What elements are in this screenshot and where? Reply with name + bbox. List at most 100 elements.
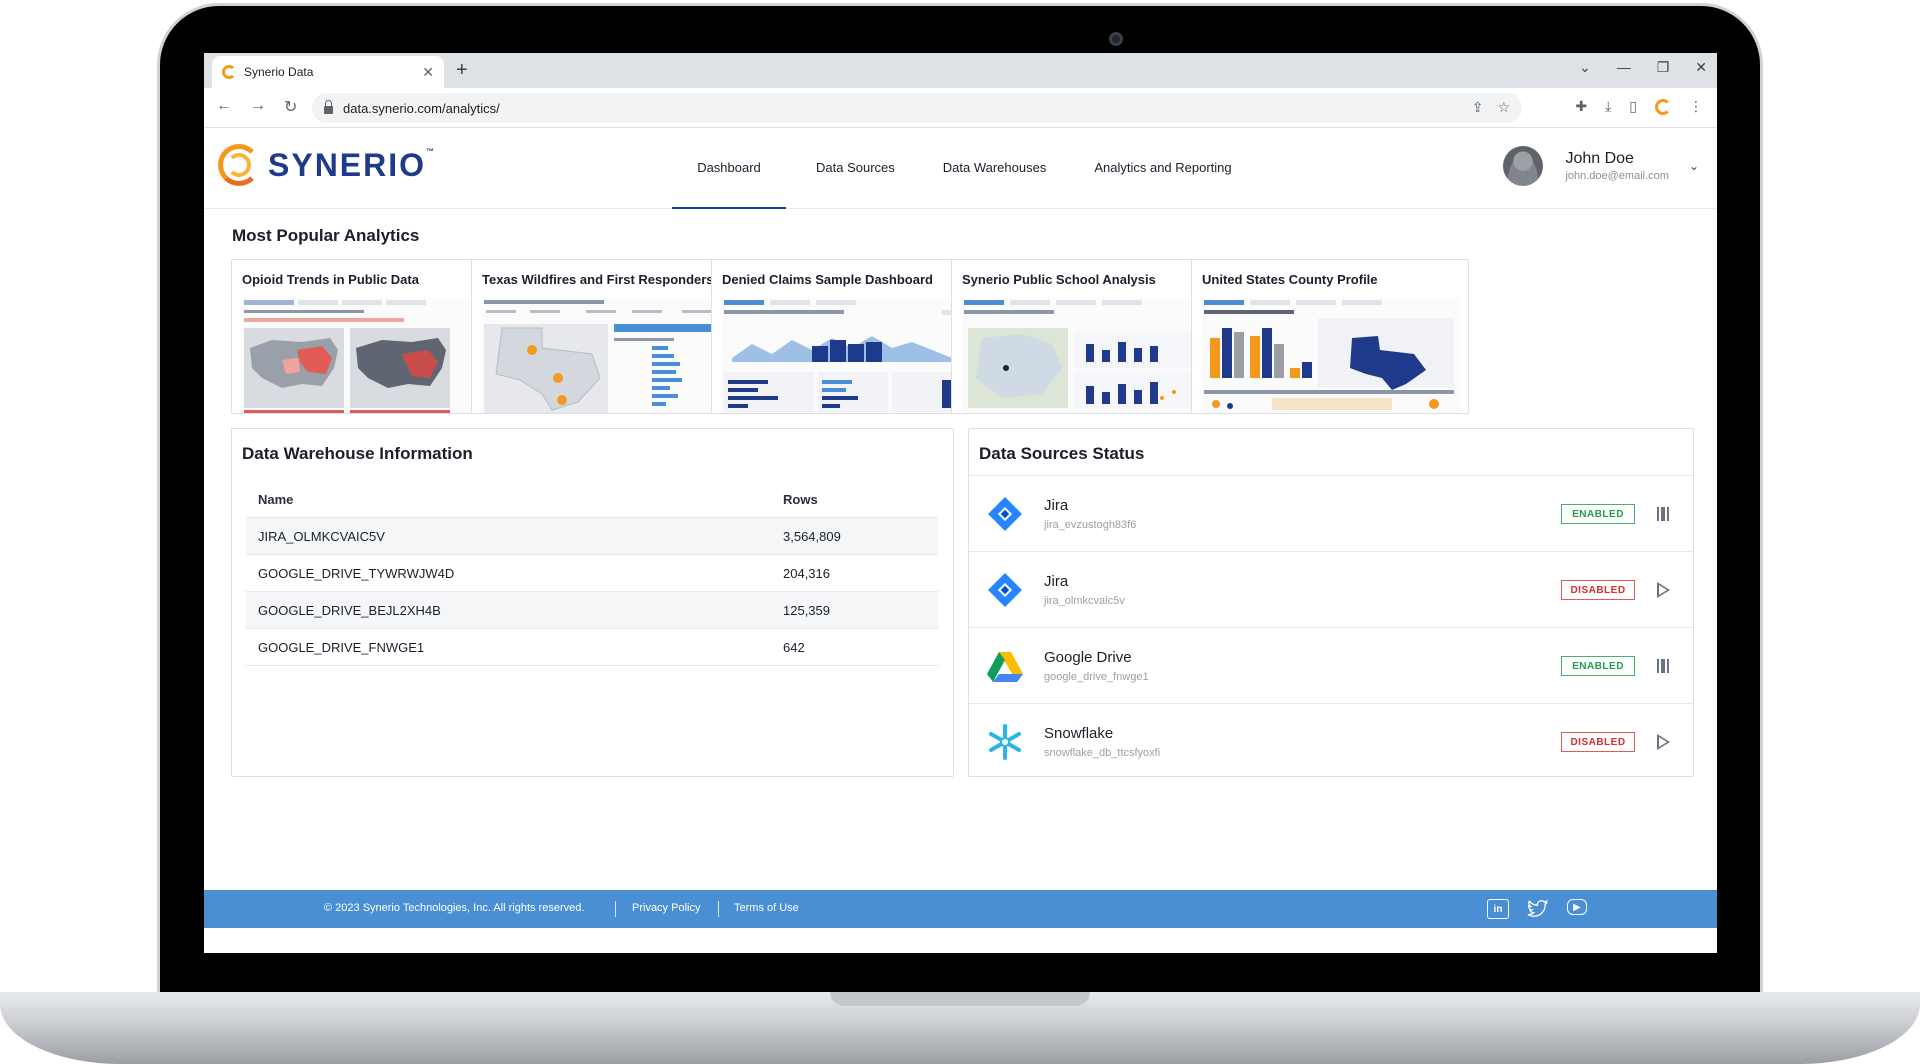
privacy-policy-link[interactable]: Privacy Policy (632, 902, 700, 914)
user-email: john.doe@email.com (1565, 170, 1669, 182)
list-item[interactable]: Snowflake snowflake_db_ttcsfyoxfi DISABL… (969, 704, 1693, 780)
footer-divider (718, 901, 719, 917)
restore-icon[interactable]: ❐ (1657, 59, 1670, 76)
play-icon[interactable] (1651, 578, 1675, 602)
warehouse-rows: 642 (783, 639, 805, 655)
column-header-name[interactable]: Name (246, 492, 783, 507)
close-window-icon[interactable]: ✕ (1695, 59, 1707, 76)
warehouse-rows: 204,316 (783, 565, 830, 581)
source-id: jira_evzustogh83f6 (1044, 519, 1137, 531)
synerio-logo[interactable]: SYNERIO™ (218, 144, 436, 186)
source-name: Jira (1044, 573, 1069, 590)
card-title: Texas Wildfires and First Responders (482, 272, 714, 287)
terms-of-use-link[interactable]: Terms of Use (734, 902, 799, 914)
warehouse-name: GOOGLE_DRIVE_FNWGE1 (258, 639, 425, 655)
extension-icons: ✚ ⤓ ▯ ⋮ (1575, 98, 1703, 115)
analytics-card-county-profile[interactable]: United States County Profile (1191, 259, 1469, 414)
logo-text: SYNERIO™ (268, 146, 437, 183)
minimize-icon[interactable]: — (1617, 59, 1631, 76)
forward-icon[interactable]: → (250, 97, 266, 117)
analytics-card-opioid[interactable]: Opioid Trends in Public Data (231, 259, 509, 414)
tab-title: Synerio Data (244, 65, 314, 79)
lock-icon[interactable] (324, 100, 333, 114)
source-id: snowflake_db_ttcsfyoxfi (1044, 747, 1161, 759)
status-badge: DISABLED (1561, 732, 1635, 752)
footer: © 2023 Synerio Technologies, Inc. All ri… (204, 890, 1717, 928)
address-bar[interactable]: data.synerio.com/analytics/ ⇪ ☆ (312, 93, 1522, 123)
data-warehouse-title: Data Warehouse Information (242, 444, 473, 463)
card-title: Opioid Trends in Public Data (242, 272, 419, 287)
list-item[interactable]: Jira jira_olmkcvaic5v DISABLED (969, 552, 1693, 628)
table-row[interactable]: GOOGLE_DRIVE_TYWRWJW4D 204,316 (246, 555, 938, 592)
new-tab-icon[interactable]: + (456, 59, 468, 82)
table-row[interactable]: JIRA_OLMKCVAIC5V 3,564,809 (246, 518, 938, 555)
table-header: Name Rows (246, 481, 938, 518)
warehouse-rows: 3,564,809 (783, 528, 841, 544)
download-icon[interactable]: ⤓ (1605, 98, 1611, 115)
list-item[interactable]: Jira jira_evzustogh83f6 ENABLED (969, 476, 1693, 552)
more-menu-icon[interactable]: ⋮ (1689, 98, 1703, 115)
twitter-icon[interactable] (1527, 899, 1549, 919)
analytics-cards: Opioid Trends in Public Data Texas Wildf… (231, 259, 1694, 414)
browser-nav-buttons: ← → ↻ (216, 97, 297, 117)
main-nav: Dashboard Data Sources Data Warehouses A… (672, 128, 1262, 209)
data-sources-title: Data Sources Status (979, 444, 1145, 463)
opioid-dashboard-thumbnail (242, 298, 500, 413)
camera (1109, 32, 1123, 46)
back-icon[interactable]: ← (216, 97, 232, 117)
texas-dashboard-thumbnail (482, 298, 740, 413)
analytics-card-denied-claims[interactable]: Denied Claims Sample Dashboard (711, 259, 989, 414)
google-drive-icon (987, 652, 1023, 682)
url-text: data.synerio.com/analytics/ (343, 100, 500, 116)
synerio-logo-mark-icon (218, 144, 260, 186)
data-sources-panel: Data Sources Status Jira jira_evzustogh8… (968, 428, 1694, 777)
browser-tab[interactable]: Synerio Data ✕ (212, 56, 444, 88)
tab-search-icon[interactable]: ⌄ (1579, 59, 1591, 76)
youtube-icon[interactable]: ▶ (1567, 899, 1587, 915)
user-menu[interactable]: John Doe john.doe@email.com ⌄ (1503, 146, 1699, 186)
side-panel-icon[interactable]: ▯ (1629, 98, 1637, 115)
table-row[interactable]: GOOGLE_DRIVE_FNWGE1 642 (246, 629, 938, 666)
app: SYNERIO™ Dashboard Data Sources Data War… (204, 128, 1717, 953)
omnibox-icons: ⇪ ☆ (1472, 99, 1510, 116)
nav-analytics-and-reporting[interactable]: Analytics and Reporting (1076, 128, 1249, 209)
status-badge: ENABLED (1561, 504, 1635, 524)
synerio-extension-icon[interactable] (1655, 98, 1671, 115)
status-badge: DISABLED (1561, 580, 1635, 600)
play-icon[interactable] (1651, 730, 1675, 754)
nav-data-sources[interactable]: Data Sources (798, 128, 913, 209)
data-warehouse-panel: Data Warehouse Information Name Rows JIR… (231, 428, 954, 777)
analytics-card-school-analysis[interactable]: Synerio Public School Analysis (951, 259, 1229, 414)
nav-data-warehouses[interactable]: Data Warehouses (925, 128, 1065, 209)
share-icon[interactable]: ⇪ (1472, 99, 1484, 116)
list-item[interactable]: Google Drive google_drive_fnwge1 ENABLED (969, 628, 1693, 704)
footer-copyright: © 2023 Synerio Technologies, Inc. All ri… (324, 902, 585, 914)
browser-toolbar: ← → ↻ data.synerio.com/analytics/ ⇪ ☆ ✚ … (204, 88, 1717, 128)
social-links: in ▶ (1487, 899, 1587, 919)
laptop-notch (830, 992, 1090, 1006)
source-name: Jira (1044, 497, 1069, 514)
source-id: google_drive_fnwge1 (1044, 671, 1149, 683)
extensions-puzzle-icon[interactable]: ✚ (1575, 98, 1587, 115)
column-header-rows[interactable]: Rows (783, 492, 938, 507)
pause-icon[interactable] (1651, 502, 1675, 526)
linkedin-icon[interactable]: in (1487, 899, 1509, 919)
jira-icon (988, 497, 1022, 531)
warehouse-name: JIRA_OLMKCVAIC5V (258, 528, 385, 544)
nav-dashboard[interactable]: Dashboard (672, 128, 786, 209)
most-popular-analytics-title: Most Popular Analytics (232, 226, 420, 245)
data-warehouse-table: Name Rows JIRA_OLMKCVAIC5V 3,564,809 GOO… (246, 481, 938, 666)
analytics-card-texas-wildfires[interactable]: Texas Wildfires and First Responders (471, 259, 749, 414)
pause-icon[interactable] (1651, 654, 1675, 678)
table-row[interactable]: GOOGLE_DRIVE_BEJL2XH4B 125,359 (246, 592, 938, 629)
app-header: SYNERIO™ Dashboard Data Sources Data War… (204, 128, 1717, 209)
jira-icon (988, 573, 1022, 607)
warehouse-name: GOOGLE_DRIVE_BEJL2XH4B (258, 602, 441, 618)
synerio-favicon-icon (222, 65, 236, 79)
reload-icon[interactable]: ↻ (284, 97, 297, 117)
denied-claims-dashboard-thumbnail (722, 298, 980, 413)
chevron-down-icon[interactable]: ⌄ (1689, 159, 1699, 173)
close-tab-icon[interactable]: ✕ (422, 64, 434, 81)
avatar[interactable] (1503, 146, 1544, 186)
bookmark-star-icon[interactable]: ☆ (1497, 99, 1510, 116)
